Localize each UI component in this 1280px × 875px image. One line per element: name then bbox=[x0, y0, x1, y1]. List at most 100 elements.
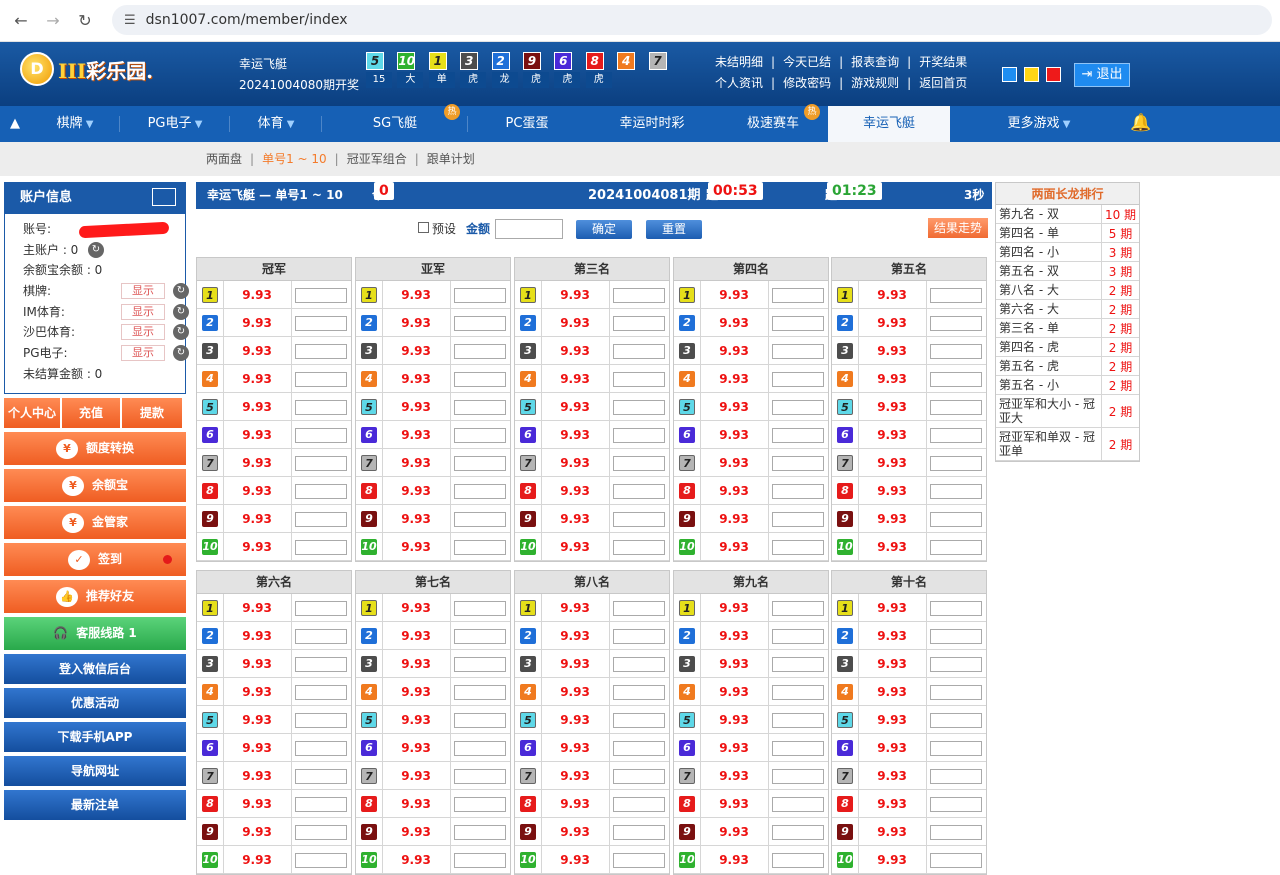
bet-amount-input[interactable] bbox=[930, 456, 982, 471]
header-link[interactable]: 修改密码 bbox=[783, 76, 831, 90]
bet-amount-input[interactable] bbox=[772, 428, 824, 443]
bet-amount-input[interactable] bbox=[295, 400, 347, 415]
odds-value[interactable]: 9.93 bbox=[862, 678, 922, 706]
bet-amount-input[interactable] bbox=[454, 741, 506, 756]
odds-value[interactable]: 9.93 bbox=[862, 622, 922, 650]
bet-amount-input[interactable] bbox=[295, 713, 347, 728]
play-type-tab[interactable]: 单号1 ~ 10 bbox=[262, 152, 327, 166]
bet-amount-input[interactable] bbox=[295, 601, 347, 616]
play-type-tab[interactable]: 两面盘 bbox=[206, 152, 242, 166]
header-link[interactable]: 未结明细 bbox=[715, 55, 763, 69]
odds-value[interactable]: 9.93 bbox=[862, 337, 922, 365]
customer-service-button[interactable]: 🎧 客服线路 1 bbox=[4, 617, 186, 650]
account-action-button[interactable]: 提款 bbox=[122, 398, 182, 428]
bet-amount-input[interactable] bbox=[613, 629, 665, 644]
odds-value[interactable]: 9.93 bbox=[704, 846, 764, 874]
odds-value[interactable]: 9.93 bbox=[227, 762, 287, 790]
bet-amount-input[interactable] bbox=[454, 713, 506, 728]
bet-amount-input[interactable] bbox=[772, 629, 824, 644]
odds-value[interactable]: 9.93 bbox=[386, 309, 446, 337]
bet-amount-input[interactable] bbox=[454, 372, 506, 387]
bet-amount-input[interactable] bbox=[295, 428, 347, 443]
odds-value[interactable]: 9.93 bbox=[386, 678, 446, 706]
bet-amount-input[interactable] bbox=[772, 400, 824, 415]
odds-value[interactable]: 9.93 bbox=[545, 706, 605, 734]
bet-amount-input[interactable] bbox=[772, 825, 824, 840]
bet-amount-input[interactable] bbox=[295, 825, 347, 840]
odds-value[interactable]: 9.93 bbox=[704, 678, 764, 706]
bet-amount-input[interactable] bbox=[772, 540, 824, 555]
odds-value[interactable]: 9.93 bbox=[227, 449, 287, 477]
odds-value[interactable]: 9.93 bbox=[704, 505, 764, 533]
odds-value[interactable]: 9.93 bbox=[227, 706, 287, 734]
notification-bell-icon[interactable]: 🔔 bbox=[1130, 113, 1151, 133]
odds-value[interactable]: 9.93 bbox=[704, 533, 764, 561]
odds-value[interactable]: 9.93 bbox=[227, 734, 287, 762]
bet-amount-input[interactable] bbox=[613, 713, 665, 728]
sidebar-link-button[interactable]: 登入微信后台 bbox=[4, 654, 186, 684]
odds-value[interactable]: 9.93 bbox=[862, 790, 922, 818]
bet-amount-input[interactable] bbox=[613, 685, 665, 700]
bet-amount-input[interactable] bbox=[454, 288, 506, 303]
bet-amount-input[interactable] bbox=[454, 769, 506, 784]
bet-amount-input[interactable] bbox=[930, 316, 982, 331]
bet-amount-input[interactable] bbox=[613, 400, 665, 415]
nav-item[interactable]: 幸运时时彩 bbox=[586, 106, 718, 142]
odds-value[interactable]: 9.93 bbox=[227, 337, 287, 365]
odds-value[interactable]: 9.93 bbox=[227, 365, 287, 393]
bet-amount-input[interactable] bbox=[613, 512, 665, 527]
nav-item[interactable]: PC蛋蛋 bbox=[468, 106, 586, 142]
nav-item[interactable]: 极速赛车热 bbox=[718, 104, 828, 142]
odds-value[interactable]: 9.93 bbox=[704, 734, 764, 762]
bet-amount-input[interactable] bbox=[772, 456, 824, 471]
odds-value[interactable]: 9.93 bbox=[704, 421, 764, 449]
bet-amount-input[interactable] bbox=[613, 769, 665, 784]
logout-button[interactable]: ⇥ 退出 bbox=[1074, 63, 1130, 87]
account-action-button[interactable]: 个人中心 bbox=[4, 398, 60, 428]
odds-value[interactable]: 9.93 bbox=[704, 365, 764, 393]
bet-amount-input[interactable] bbox=[613, 428, 665, 443]
bet-amount-input[interactable] bbox=[454, 825, 506, 840]
bet-amount-input[interactable] bbox=[930, 797, 982, 812]
header-link[interactable]: 游戏规则 bbox=[851, 76, 899, 90]
sidebar-feature-button[interactable]: ¥ 额度转换 bbox=[4, 432, 186, 465]
odds-value[interactable]: 9.93 bbox=[862, 762, 922, 790]
bet-amount-input[interactable] bbox=[454, 629, 506, 644]
header-link[interactable]: 今天已结 bbox=[783, 55, 831, 69]
bet-amount-input[interactable] bbox=[930, 685, 982, 700]
odds-value[interactable]: 9.93 bbox=[386, 622, 446, 650]
odds-value[interactable]: 9.93 bbox=[862, 706, 922, 734]
refresh-icon[interactable]: ↻ bbox=[173, 303, 189, 320]
odds-value[interactable]: 9.93 bbox=[227, 650, 287, 678]
odds-value[interactable]: 9.93 bbox=[386, 281, 446, 309]
bet-amount-input[interactable] bbox=[930, 512, 982, 527]
odds-value[interactable]: 9.93 bbox=[862, 477, 922, 505]
bet-amount-input[interactable] bbox=[295, 316, 347, 331]
odds-value[interactable]: 9.93 bbox=[545, 281, 605, 309]
refresh-icon[interactable]: ↻ bbox=[173, 324, 189, 341]
bet-amount-input[interactable] bbox=[613, 853, 665, 868]
header-link[interactable]: 开奖结果 bbox=[919, 55, 967, 69]
odds-value[interactable]: 9.93 bbox=[386, 650, 446, 678]
odds-value[interactable]: 9.93 bbox=[862, 365, 922, 393]
bet-amount-input[interactable] bbox=[295, 769, 347, 784]
odds-value[interactable]: 9.93 bbox=[862, 734, 922, 762]
bet-amount-input[interactable] bbox=[454, 484, 506, 499]
odds-value[interactable]: 9.93 bbox=[227, 818, 287, 846]
bet-amount-input[interactable] bbox=[930, 344, 982, 359]
odds-value[interactable]: 9.93 bbox=[386, 594, 446, 622]
odds-value[interactable]: 9.93 bbox=[227, 309, 287, 337]
play-type-tab[interactable]: 跟单计划 bbox=[427, 152, 475, 166]
bet-amount-input[interactable] bbox=[772, 797, 824, 812]
odds-value[interactable]: 9.93 bbox=[704, 790, 764, 818]
odds-value[interactable]: 9.93 bbox=[386, 706, 446, 734]
odds-value[interactable]: 9.93 bbox=[227, 594, 287, 622]
odds-value[interactable]: 9.93 bbox=[386, 762, 446, 790]
bet-amount-input[interactable] bbox=[772, 853, 824, 868]
odds-value[interactable]: 9.93 bbox=[227, 622, 287, 650]
bet-amount-input[interactable] bbox=[930, 400, 982, 415]
bet-amount-input[interactable] bbox=[930, 769, 982, 784]
reload-icon[interactable]: ↻ bbox=[74, 11, 96, 30]
odds-value[interactable]: 9.93 bbox=[704, 706, 764, 734]
odds-value[interactable]: 9.93 bbox=[227, 421, 287, 449]
